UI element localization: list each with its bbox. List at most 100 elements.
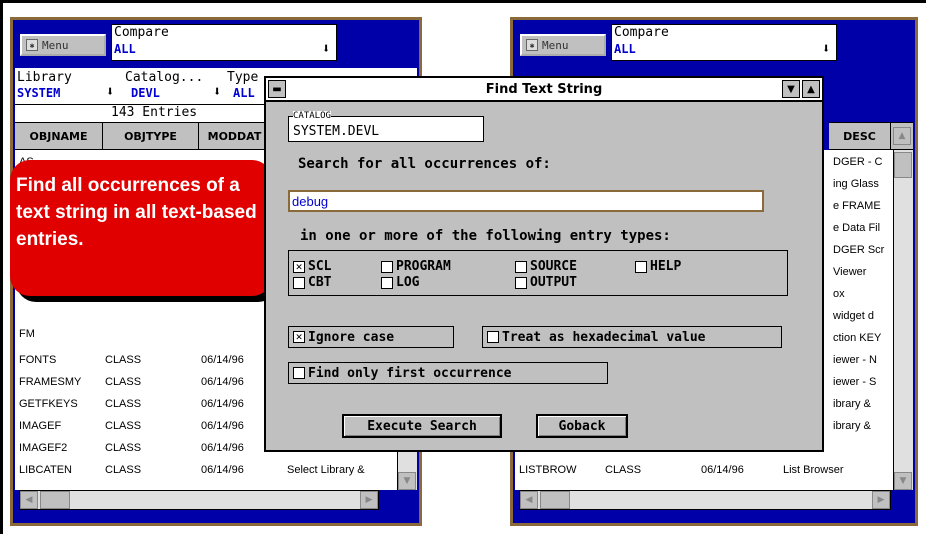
find-text-dialog: ▬ Find Text String ▼ ▲ CATALOG SYSTEM.DE… [264, 76, 824, 452]
ignore-case-label: Ignore case [308, 329, 395, 345]
scroll-left-icon[interactable]: ◀ [20, 491, 38, 509]
type-label: PROGRAM [396, 259, 451, 274]
type-help-checkbox[interactable]: HELP [635, 259, 681, 274]
checkbox-box [515, 276, 527, 289]
scroll-right-icon[interactable]: ▶ [872, 491, 890, 509]
first-only-label: Find only first occurrence [308, 365, 512, 381]
checkmark-icon: ✕ [293, 331, 305, 343]
catalog-box: CATALOG SYSTEM.DEVL [288, 111, 484, 142]
left-menu-button[interactable]: ✱ Menu [20, 34, 106, 56]
row-type: CLASS [605, 464, 642, 476]
row-type: CLASS [105, 376, 142, 388]
row-name: LISTBROW [519, 464, 577, 476]
left-compare-field[interactable]: Compare ALL ⬇ [111, 24, 337, 61]
row-desc: iewer - N [833, 354, 878, 366]
maximize-icon[interactable]: ▲ [802, 80, 820, 98]
search-prompt: Search for all occurrences of: [298, 156, 551, 172]
row-date: 06/14/96 [201, 398, 244, 410]
row-desc: List Browser [783, 464, 844, 476]
type-value[interactable]: ALL [233, 86, 255, 100]
type-program-checkbox[interactable]: PROGRAM [381, 259, 451, 274]
row-desc: Viewer [833, 266, 867, 278]
row-name: GETFKEYS [19, 398, 78, 410]
row-name: IMAGEF [19, 420, 62, 432]
type-scl-checkbox[interactable]: ✕ SCL [293, 259, 331, 274]
goback-button[interactable]: Goback [536, 414, 628, 438]
types-prompt: in one or more of the following entry ty… [300, 228, 671, 244]
row-type: CLASS [105, 464, 142, 476]
type-label: SCL [308, 259, 332, 274]
row-date: 06/14/96 [201, 442, 244, 454]
row-name: IMAGEF2 [19, 442, 68, 454]
dialog-title-bar[interactable]: ▬ Find Text String ▼ ▲ [266, 78, 822, 102]
col-desc[interactable]: DESC [829, 123, 891, 149]
right-menu-label: Menu [542, 38, 569, 52]
right-horizontal-scrollbar[interactable]: ◀ ▶ [519, 490, 891, 510]
left-compare-dropdown-icon[interactable]: ⬇ [322, 41, 330, 57]
row-desc: Select Library & [287, 464, 365, 476]
right-compare-dropdown-icon[interactable]: ⬇ [822, 41, 830, 57]
row-name: LIBCATEN [19, 464, 72, 476]
col-moddat[interactable]: MODDAT [199, 123, 271, 149]
library-label: Library [17, 70, 72, 85]
scroll-thumb[interactable] [40, 491, 70, 509]
catalog-value[interactable]: DEVL [131, 86, 160, 100]
checkmark-icon: ✕ [293, 260, 305, 273]
catalog-dropdown-icon[interactable]: ⬇ [213, 84, 221, 100]
feature-callout: Find all occurrences of a text string in… [10, 160, 272, 296]
type-source-checkbox[interactable]: SOURCE [515, 259, 577, 274]
row-date: 06/14/96 [201, 464, 244, 476]
dialog-title: Find Text String [485, 81, 603, 97]
checkbox-box [381, 276, 393, 289]
type-log-checkbox[interactable]: LOG [381, 275, 419, 290]
row-date: 06/14/96 [201, 354, 244, 366]
row-date: 06/14/96 [201, 376, 244, 388]
search-input[interactable]: debug [288, 190, 764, 212]
hex-checkbox[interactable]: Treat as hexadecimal value [482, 326, 782, 348]
checkbox-box [515, 260, 527, 273]
library-value[interactable]: SYSTEM [17, 86, 60, 100]
row-date: 06/14/96 [701, 464, 744, 476]
row-desc: iewer - S [833, 376, 877, 388]
minimize-icon[interactable]: ▼ [782, 80, 800, 98]
checkbox-box [293, 276, 305, 289]
scroll-up-icon[interactable]: ▲ [893, 127, 911, 145]
library-dropdown-icon[interactable]: ⬇ [106, 84, 114, 100]
scroll-down-icon[interactable]: ▼ [398, 472, 416, 490]
menu-icon: ✱ [526, 39, 538, 51]
menu-icon: ✱ [26, 39, 38, 51]
execute-search-button[interactable]: Execute Search [342, 414, 502, 438]
system-menu-icon[interactable]: ▬ [268, 80, 286, 98]
scroll-right-icon[interactable]: ▶ [360, 491, 378, 509]
col-objname[interactable]: OBJNAME [15, 123, 103, 149]
checkbox-box [635, 260, 647, 273]
type-cbt-checkbox[interactable]: CBT [293, 275, 331, 290]
right-vertical-scrollbar[interactable]: ▼ [893, 150, 913, 490]
type-output-checkbox[interactable]: OUTPUT [515, 275, 577, 290]
search-value: debug [292, 194, 329, 209]
left-compare-label: Compare [114, 25, 169, 40]
row-type: CLASS [105, 398, 142, 410]
row-date: 06/14/96 [201, 420, 244, 432]
type-label: Type [227, 70, 259, 85]
right-compare-field[interactable]: Compare ALL ⬇ [611, 24, 837, 61]
checkbox-box [381, 260, 393, 273]
right-menu-button[interactable]: ✱ Menu [520, 34, 606, 56]
left-horizontal-scrollbar[interactable]: ◀ ▶ [19, 490, 379, 510]
scroll-down-icon[interactable]: ▼ [894, 472, 912, 490]
first-only-checkbox[interactable]: Find only first occurrence [288, 362, 608, 384]
hex-label: Treat as hexadecimal value [502, 329, 706, 345]
scroll-thumb[interactable] [540, 491, 570, 509]
ignore-case-checkbox[interactable]: ✕ Ignore case [288, 326, 454, 348]
row-desc: DGER - C [833, 156, 883, 168]
scroll-left-icon[interactable]: ◀ [520, 491, 538, 509]
row-desc: ibrary & [833, 398, 871, 410]
scroll-thumb[interactable] [894, 152, 912, 178]
type-label: SOURCE [530, 259, 577, 274]
type-label: LOG [396, 275, 420, 290]
col-objtype[interactable]: OBJTYPE [103, 123, 199, 149]
catalog-value: SYSTEM.DEVL [293, 124, 380, 139]
type-label: CBT [308, 275, 332, 290]
catalog-label: CATALOG [293, 111, 331, 121]
row-desc: ction KEY [833, 332, 882, 344]
